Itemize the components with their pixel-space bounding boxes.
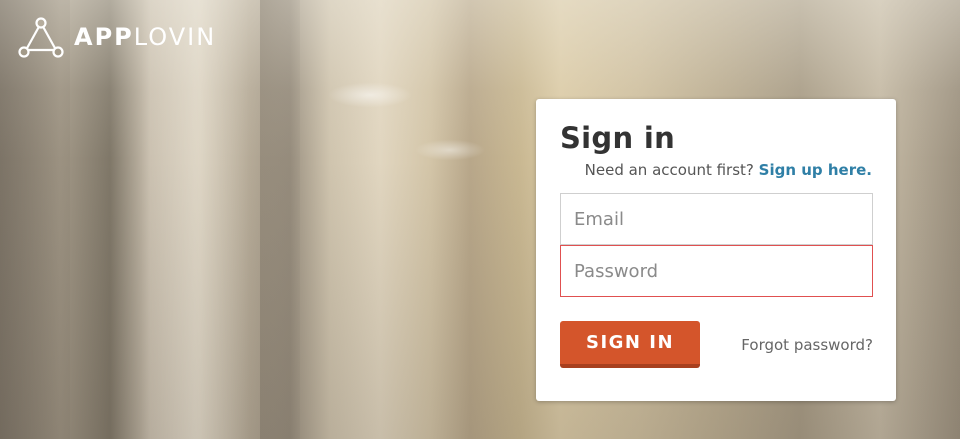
brand-wordmark: APPLOVIN <box>74 23 216 51</box>
forgot-password-link[interactable]: Forgot password? <box>741 336 873 354</box>
applovin-triangle-icon <box>18 17 64 58</box>
signin-card: Sign in Need an account first? Sign up h… <box>536 99 896 401</box>
brand-wordmark-light: LOVIN <box>133 23 217 51</box>
brand-wordmark-bold: APP <box>74 23 134 51</box>
password-field[interactable] <box>560 245 873 297</box>
background-pillar <box>260 0 300 439</box>
signup-prompt-text: Need an account first? <box>584 161 754 179</box>
page-title: Sign in <box>560 121 676 155</box>
background-pillar <box>0 0 70 439</box>
email-field[interactable] <box>560 193 873 245</box>
signin-button[interactable]: SIGN IN <box>560 321 700 368</box>
signup-link[interactable]: Sign up here. <box>759 161 872 179</box>
signup-prompt: Need an account first? Sign up here. <box>560 161 872 179</box>
brand-logo[interactable]: APPLOVIN <box>18 16 216 58</box>
form-actions: SIGN IN Forgot password? <box>560 321 873 368</box>
